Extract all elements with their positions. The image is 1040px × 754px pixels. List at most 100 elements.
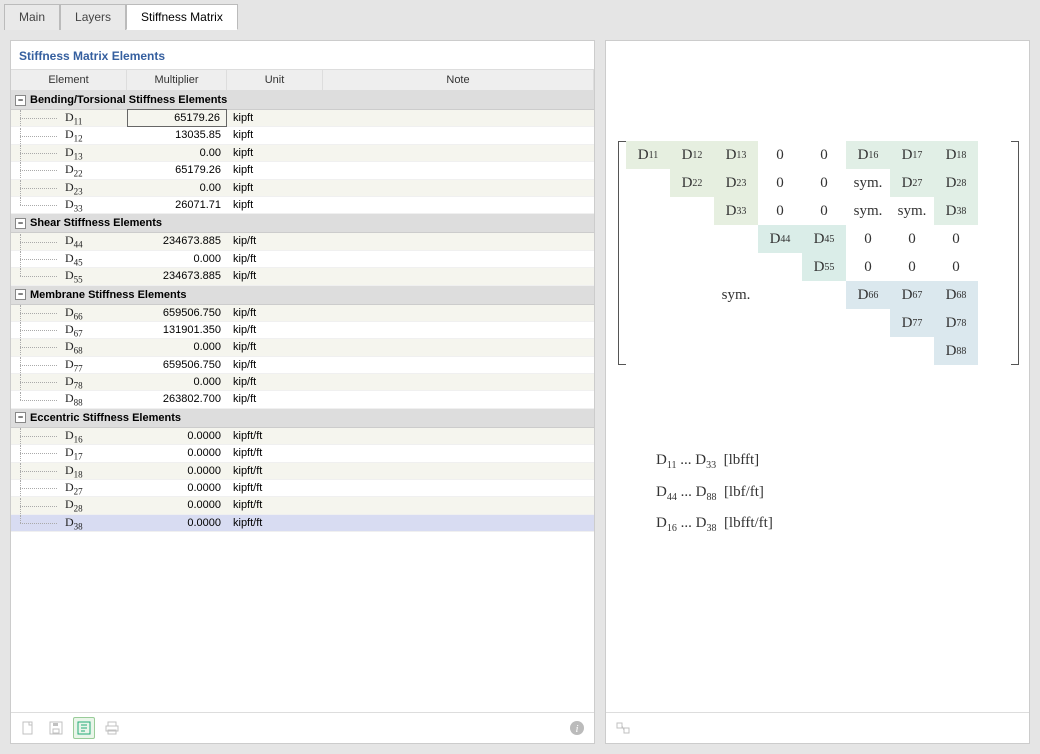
multiplier-cell[interactable]: 131901.350 <box>127 322 227 338</box>
matrix-cell <box>846 309 890 337</box>
table-row[interactable]: D13 0.00kipft <box>11 145 594 162</box>
matrix-cell: 0 <box>802 141 846 169</box>
multiplier-cell[interactable]: 26071.71 <box>127 197 227 213</box>
unit-cell: kipft <box>227 197 323 213</box>
multiplier-cell[interactable]: 0.00 <box>127 180 227 196</box>
note-cell <box>323 374 594 390</box>
svg-text:i: i <box>575 723 578 735</box>
element-label: D18 <box>65 463 83 479</box>
matrix-cell <box>670 197 714 225</box>
group-header-eccentric[interactable]: −Eccentric Stiffness Elements <box>11 409 594 428</box>
multiplier-cell[interactable]: 13035.85 <box>127 127 227 143</box>
multiplier-cell[interactable]: 0.0000 <box>127 515 227 531</box>
multiplier-cell[interactable]: 234673.885 <box>127 233 227 249</box>
group-header-shear[interactable]: −Shear Stiffness Elements <box>11 214 594 233</box>
unit-cell: kip/ft <box>227 251 323 267</box>
multiplier-cell[interactable]: 0.0000 <box>127 445 227 461</box>
col-header-note[interactable]: Note <box>323 70 594 90</box>
matrix-cell <box>714 309 758 337</box>
matrix-legend: D11 ... D33 [lbfft] D44 ... D88 [lbf/ft]… <box>626 445 1011 540</box>
table-row[interactable]: D88263802.700kip/ft <box>11 391 594 408</box>
multiplier-cell[interactable]: 234673.885 <box>127 268 227 284</box>
multiplier-cell[interactable]: 65179.26 <box>127 109 227 127</box>
table-row[interactable]: D2265179.26kipft <box>11 162 594 179</box>
matrix-cell <box>670 337 714 365</box>
matrix-cell <box>670 281 714 309</box>
table-row[interactable]: D77659506.750kip/ft <box>11 357 594 374</box>
table-row[interactable]: D28 0.0000kipft/ft <box>11 497 594 514</box>
table-row[interactable]: D1213035.85kipft <box>11 127 594 144</box>
matrix-cell: 0 <box>758 169 802 197</box>
multiplier-cell[interactable]: 0.00 <box>127 145 227 161</box>
table-row[interactable]: D44234673.885kip/ft <box>11 233 594 250</box>
tab-layers[interactable]: Layers <box>60 4 126 30</box>
note-cell <box>323 127 594 143</box>
group-header-bending[interactable]: −Bending/Torsional Stiffness Elements <box>11 91 594 110</box>
col-header-unit[interactable]: Unit <box>227 70 323 90</box>
unit-cell: kip/ft <box>227 322 323 338</box>
unit-cell: kipft/ft <box>227 428 323 444</box>
multiplier-cell[interactable]: 0.0000 <box>127 497 227 513</box>
matrix-cell: D68 <box>934 281 978 309</box>
matrix-cell: 0 <box>846 225 890 253</box>
unit-cell: kip/ft <box>227 305 323 321</box>
multiplier-cell[interactable]: 0.0000 <box>127 463 227 479</box>
multiplier-cell[interactable]: 0.0000 <box>127 428 227 444</box>
tab-stiffness[interactable]: Stiffness Matrix <box>126 4 238 30</box>
element-label: D33 <box>65 197 83 213</box>
matrix-cell <box>626 337 670 365</box>
element-label: D44 <box>65 233 83 249</box>
matrix-cell <box>714 253 758 281</box>
matrix-cell: D11 <box>626 141 670 169</box>
multiplier-cell[interactable]: 65179.26 <box>127 162 227 178</box>
multiplier-cell[interactable]: 263802.700 <box>127 391 227 407</box>
element-label: D55 <box>65 268 83 284</box>
table-row[interactable]: D450.000kip/ft <box>11 251 594 268</box>
col-header-multiplier[interactable]: Multiplier <box>127 70 227 90</box>
table-row[interactable]: D230.00kipft <box>11 180 594 197</box>
element-label: D66 <box>65 305 83 321</box>
multiplier-cell[interactable]: 0.000 <box>127 374 227 390</box>
right-toolbar <box>606 712 1029 743</box>
table-row[interactable]: D160.0000kipft/ft <box>11 428 594 445</box>
matrix-cell <box>670 253 714 281</box>
table-row[interactable]: D67131901.350kip/ft <box>11 322 594 339</box>
table-row[interactable]: D680.000kip/ft <box>11 339 594 356</box>
multiplier-cell[interactable]: 659506.750 <box>127 305 227 321</box>
table-row[interactable]: D780.000kip/ft <box>11 374 594 391</box>
collapse-icon[interactable]: − <box>15 289 26 300</box>
group-title: Shear Stiffness Elements <box>30 215 162 231</box>
multiplier-cell[interactable]: 0.000 <box>127 251 227 267</box>
table-row[interactable]: D55234673.885kip/ft <box>11 268 594 285</box>
collapse-icon[interactable]: − <box>15 412 26 423</box>
export-icon[interactable] <box>73 717 95 739</box>
matrix-cell: sym. <box>846 169 890 197</box>
tab-main[interactable]: Main <box>4 4 60 30</box>
matrix-cell <box>626 309 670 337</box>
element-label: D13 <box>65 145 83 161</box>
element-label: D28 <box>65 497 83 513</box>
matrix-cell: D44 <box>758 225 802 253</box>
table-row[interactable]: D170.0000kipft/ft <box>11 445 594 462</box>
unit-cell: kipft/ft <box>227 497 323 513</box>
collapse-icon[interactable]: − <box>15 218 26 229</box>
table-row[interactable]: D66 659506.750kip/ft <box>11 305 594 322</box>
info-icon[interactable]: i <box>566 717 588 739</box>
matrix-cell <box>670 225 714 253</box>
collapse-icon[interactable]: − <box>15 95 26 106</box>
table-row[interactable]: D1165179.26kipft <box>11 110 594 127</box>
matrix-cell: sym. <box>714 281 758 309</box>
unit-cell: kip/ft <box>227 391 323 407</box>
unit-cell: kipft <box>227 145 323 161</box>
multiplier-cell[interactable]: 659506.750 <box>127 357 227 373</box>
table-row[interactable]: D180.0000kipft/ft <box>11 463 594 480</box>
table-row[interactable]: D270.0000kipft/ft <box>11 480 594 497</box>
table-row[interactable]: D380.0000kipft/ft <box>11 515 594 532</box>
group-header-membrane[interactable]: −Membrane Stiffness Elements <box>11 286 594 305</box>
note-cell <box>323 145 594 161</box>
multiplier-cell[interactable]: 0.0000 <box>127 480 227 496</box>
table-row[interactable]: D33 26071.71kipft <box>11 197 594 214</box>
col-header-element[interactable]: Element <box>11 70 127 90</box>
multiplier-cell[interactable]: 0.000 <box>127 339 227 355</box>
element-label: D68 <box>65 339 83 355</box>
